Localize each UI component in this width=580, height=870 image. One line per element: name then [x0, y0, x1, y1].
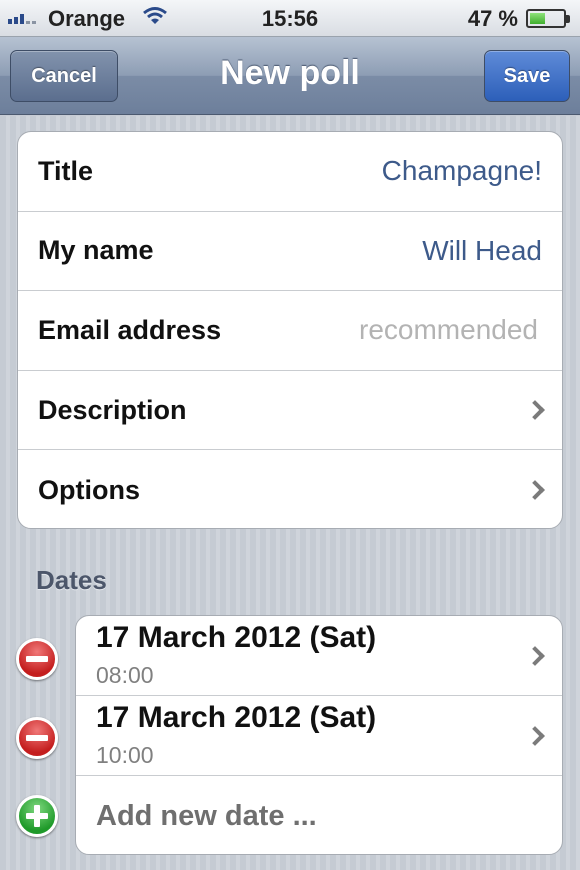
options-label: Options [38, 474, 140, 505]
delete-date-button[interactable] [16, 638, 58, 680]
title-field[interactable]: Champagne! [382, 155, 542, 187]
chevron-right-icon [525, 645, 545, 666]
title-row[interactable]: Title Champagne! [18, 132, 562, 212]
status-bar: Orange 15:56 47 % [0, 0, 580, 37]
email-row[interactable]: Email address recommended [18, 291, 562, 371]
chevron-right-icon [525, 480, 545, 501]
name-row[interactable]: My name Will Head [18, 212, 562, 292]
navigation-bar: Cancel New poll Save [0, 37, 580, 115]
dates-section-header: Dates [36, 565, 107, 595]
name-label: My name [38, 235, 154, 266]
email-field[interactable]: recommended [359, 314, 538, 346]
add-date-button[interactable] [16, 795, 58, 837]
time-label: 08:00 [96, 662, 154, 688]
minus-icon [26, 656, 48, 662]
date-row[interactable]: 17 March 2012 (Sat) 10:00 [76, 696, 562, 776]
chevron-right-icon [525, 400, 545, 420]
date-label: 17 March 2012 (Sat) [96, 701, 377, 734]
dates-group: 17 March 2012 (Sat) 08:00 17 March 2012 … [75, 615, 563, 855]
add-new-date-label: Add new date ... [96, 799, 317, 832]
battery-icon [526, 9, 570, 28]
battery-percentage: 47 % [467, 6, 518, 31]
options-row[interactable]: Options [18, 450, 562, 528]
delete-date-button[interactable] [16, 717, 58, 759]
poll-details-group: Title Champagne! My name Will Head Email… [17, 131, 563, 529]
plus-icon [34, 805, 40, 827]
chevron-right-icon [525, 725, 545, 746]
save-button[interactable]: Save [484, 50, 570, 102]
date-label: 17 March 2012 (Sat) [96, 621, 377, 654]
content-area: Title Champagne! My name Will Head Email… [0, 116, 580, 870]
description-row[interactable]: Description [18, 371, 562, 451]
minus-icon [26, 735, 48, 741]
email-label: Email address [38, 314, 222, 345]
name-field[interactable]: Will Head [422, 235, 542, 267]
time-label: 10:00 [96, 742, 154, 768]
date-row[interactable]: 17 March 2012 (Sat) 08:00 [76, 616, 562, 696]
title-label: Title [38, 155, 94, 186]
description-label: Description [38, 394, 187, 425]
add-new-date-row[interactable]: Add new date ... [76, 776, 562, 854]
